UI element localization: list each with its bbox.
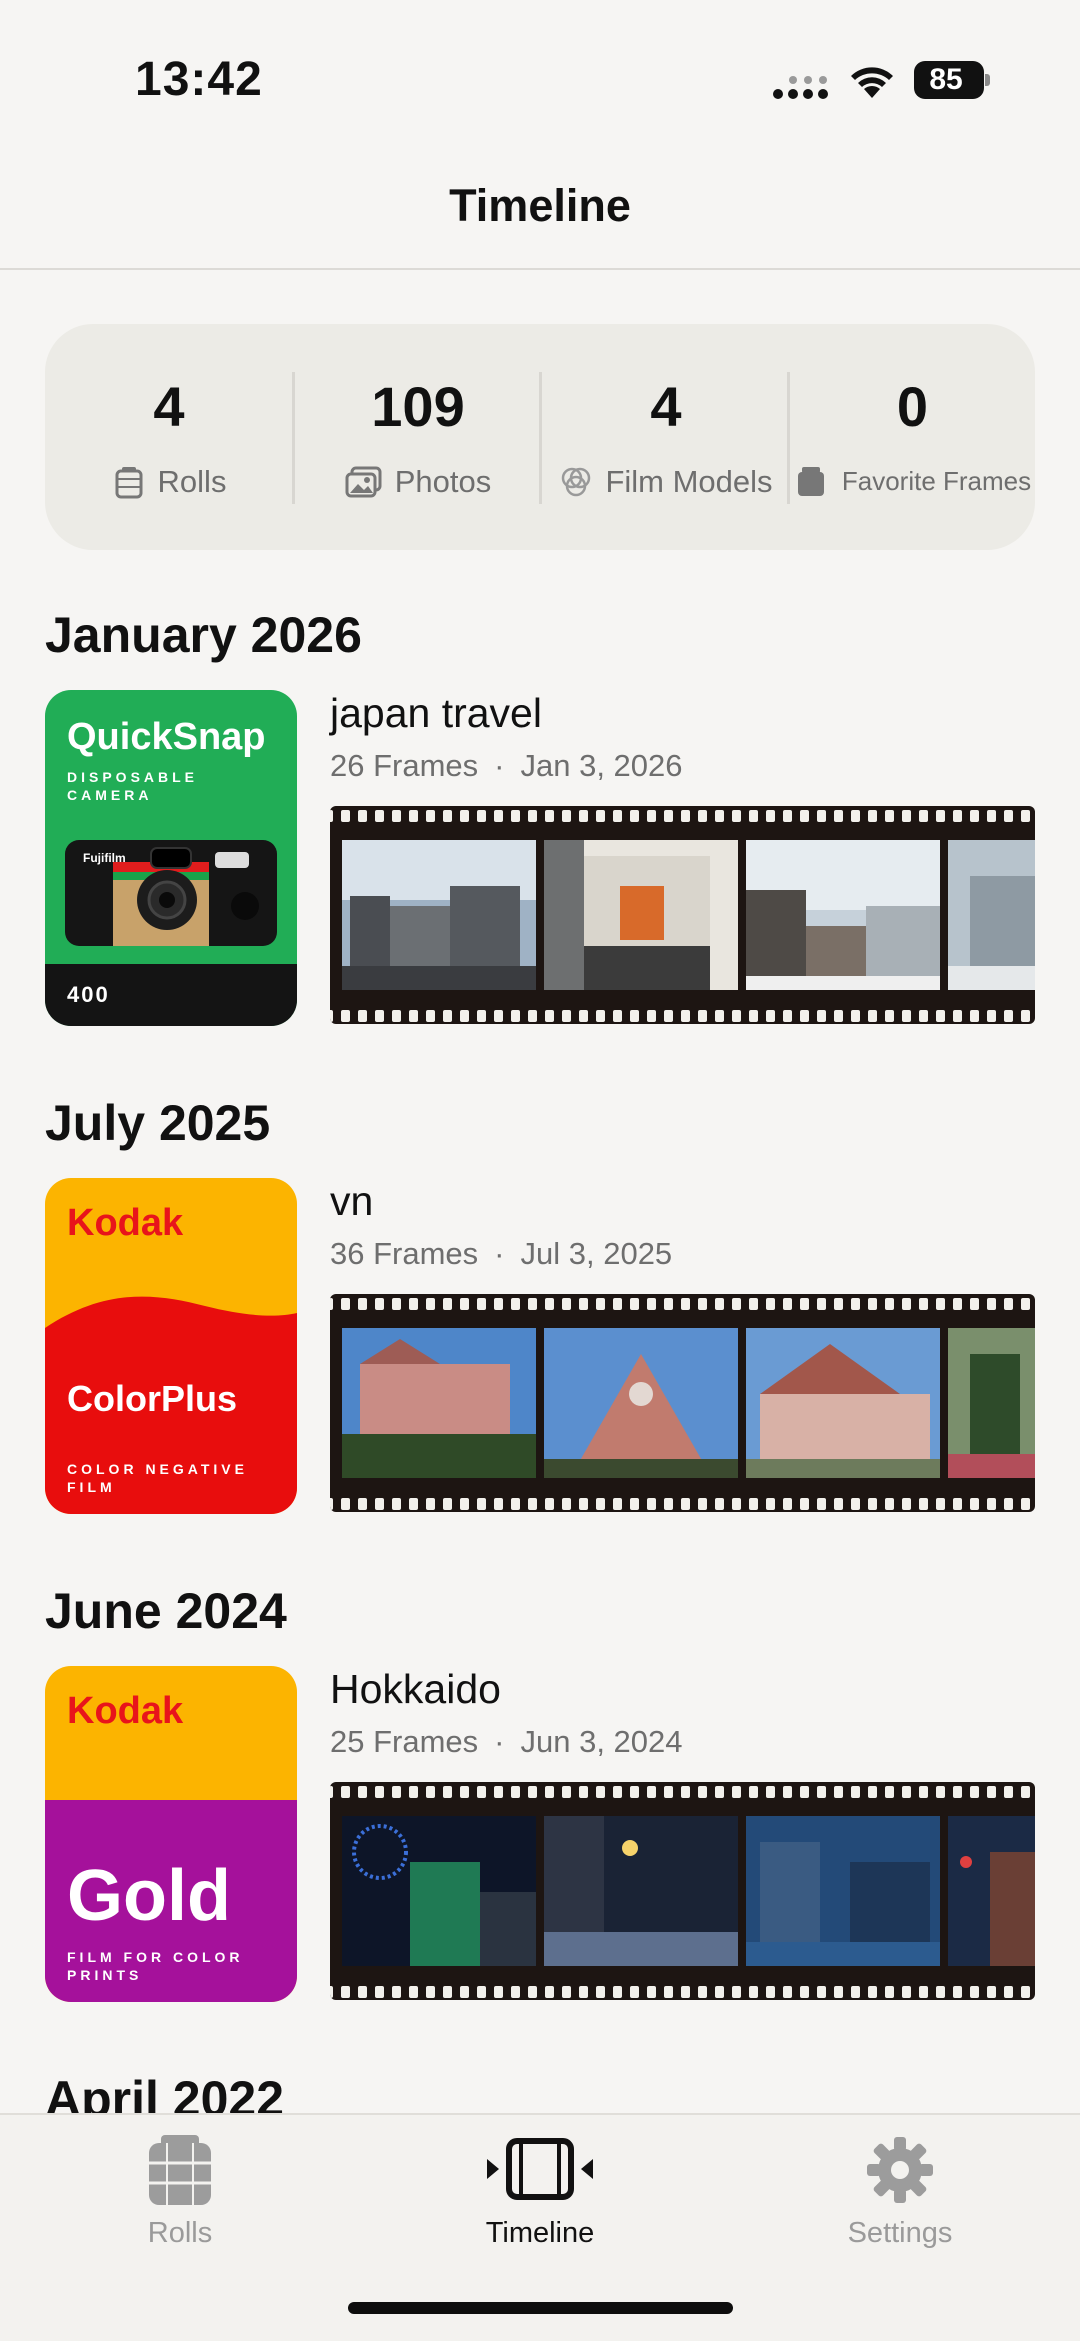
frame-thumbnail	[544, 1328, 738, 1478]
section-header: June 2024	[45, 1583, 287, 1639]
roll-date: Jan 3, 2026	[520, 748, 683, 783]
film-box-subtitle: COLOR NEGATIVE FILM	[67, 1461, 248, 1495]
stat-value: 0	[896, 375, 929, 438]
film-models-icon	[562, 467, 591, 497]
frame-thumbnail	[746, 1328, 940, 1478]
frame-thumbnail	[948, 1816, 1035, 1966]
stats-card: 4 Rolls 109 Photos 4 Film Models 0 Favor…	[45, 324, 1035, 550]
roll-title[interactable]: vn	[330, 1178, 373, 1225]
frame-thumbnail	[544, 840, 738, 990]
page-title: Timeline	[449, 180, 631, 231]
tab-label: Rolls	[147, 2217, 213, 2249]
film-roll-icon	[149, 2135, 211, 2205]
stat-label: Photos	[394, 464, 492, 499]
section-header: January 2026	[45, 607, 362, 663]
filmstrip-frames	[330, 1294, 1035, 1512]
stat-photos: 109 Photos	[295, 324, 541, 550]
stat-rolls: 4 Rolls	[45, 324, 293, 550]
roll-date: Jun 3, 2024	[520, 1724, 683, 1759]
tab-rolls[interactable]: Rolls	[30, 2115, 330, 2275]
wifi-icon	[851, 67, 893, 98]
roll-title[interactable]: Hokkaido	[330, 1666, 501, 1713]
film-box-name: ColorPlus	[67, 1378, 238, 1419]
roll-meta: 26 Frames · Jan 3, 2026	[330, 748, 683, 783]
film-box-brand: Kodak	[67, 1690, 184, 1732]
film-box-subtitle: DISPOSABLE CAMERA	[67, 769, 199, 803]
stat-label: Favorite Frames	[841, 465, 1032, 496]
filmstrip[interactable]	[330, 1782, 1035, 2000]
frame-thumbnail	[948, 840, 1035, 990]
status-time: 13:42	[135, 53, 263, 106]
roll-date: Jul 3, 2025	[520, 1236, 673, 1271]
tab-timeline[interactable]: Timeline	[390, 2115, 690, 2275]
favorite-frames-icon	[797, 467, 824, 496]
roll-frame-count: 25 Frames	[330, 1724, 479, 1759]
cellular-signal-icon	[773, 76, 828, 99]
tab-label: Settings	[847, 2217, 953, 2249]
film-box-kodak-gold[interactable]: Kodak Gold FILM FOR COLOR PRINTS	[45, 1666, 297, 2002]
roll-frame-count: 36 Frames	[330, 1236, 479, 1271]
frame-thumbnail	[544, 1816, 738, 1966]
film-box-subtitle: FILM FOR COLOR PRINTS	[67, 1949, 244, 1983]
frame-thumbnail	[746, 840, 940, 990]
frame-thumbnail	[746, 1816, 940, 1966]
film-canister-icon	[115, 467, 143, 499]
filmstrip[interactable]	[330, 806, 1035, 1024]
camera-brand: Fujifilm	[83, 851, 126, 865]
battery-level: 85	[929, 63, 963, 96]
frame-thumbnail	[342, 1816, 536, 1966]
filmstrip[interactable]	[330, 1294, 1035, 1512]
stat-favorite-frames: 0 Favorite Frames	[790, 324, 1035, 550]
photos-icon	[345, 466, 382, 498]
status-bar: 13:42 85	[0, 0, 1080, 150]
disposable-camera-illustration: Fujifilm	[65, 840, 277, 946]
stat-film-models: 4 Film Models	[542, 324, 790, 550]
frame-thumbnail	[342, 1328, 536, 1478]
stat-label: Film Models	[605, 464, 773, 499]
film-box-quicksnap[interactable]: QuickSnap DISPOSABLE CAMERA Fujifilm 400	[45, 690, 297, 1026]
nav-divider	[0, 268, 1080, 270]
section-header: July 2025	[45, 1095, 271, 1151]
timeline-filmframe-icon	[487, 2138, 593, 2200]
home-indicator[interactable]	[348, 2302, 733, 2314]
film-box-iso: 400	[67, 982, 110, 1007]
roll-meta: 36 Frames · Jul 3, 2025	[330, 1236, 673, 1271]
roll-meta: 25 Frames · Jun 3, 2024	[330, 1724, 683, 1759]
tab-settings[interactable]: Settings	[750, 2115, 1050, 2275]
stat-value: 109	[371, 375, 465, 438]
filmstrip-frames	[330, 1782, 1035, 2000]
stat-label: Rolls	[157, 464, 227, 499]
frame-thumbnail	[948, 1328, 1035, 1478]
filmstrip-frames	[330, 806, 1035, 1024]
film-box-kodak-colorplus[interactable]: Kodak ColorPlus COLOR NEGATIVE FILM	[45, 1178, 297, 1514]
film-box-name: Gold	[67, 1856, 231, 1936]
roll-title[interactable]: japan travel	[330, 690, 542, 737]
battery-indicator: 85	[914, 61, 990, 99]
stat-value: 4	[650, 375, 682, 438]
film-box-brand: QuickSnap	[67, 716, 266, 758]
frame-thumbnail	[342, 840, 536, 990]
roll-frame-count: 26 Frames	[330, 748, 479, 783]
tab-label: Timeline	[485, 2217, 595, 2249]
film-box-brand: Kodak	[67, 1202, 184, 1244]
stat-value: 4	[153, 375, 185, 438]
gear-icon	[867, 2137, 933, 2203]
